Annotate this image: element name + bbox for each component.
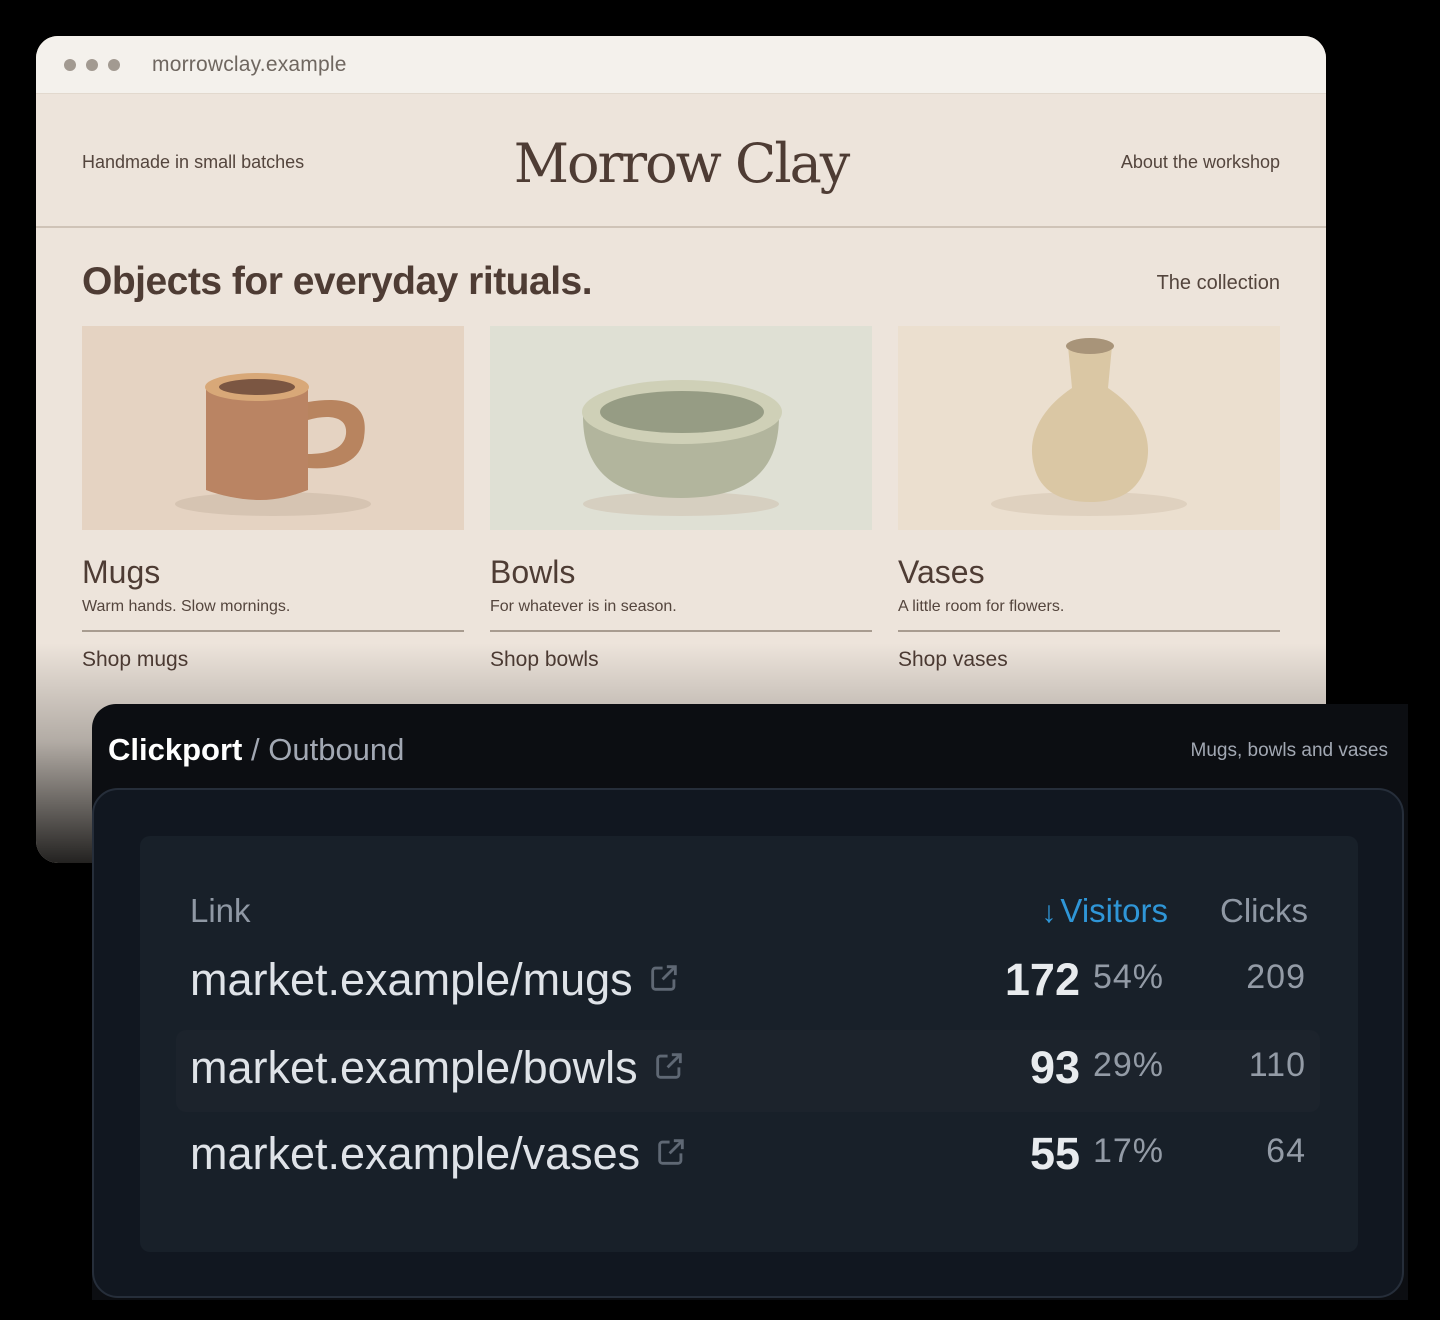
card-bowls-image[interactable] xyxy=(490,326,872,530)
bowl-icon xyxy=(582,380,782,516)
browser-toolbar: morrowclay.example xyxy=(36,36,1326,94)
row-visitors: 55 xyxy=(1029,1128,1080,1179)
row-link-text: market.example/bowls xyxy=(190,1042,638,1093)
shop-vases-link[interactable]: Shop vases xyxy=(898,648,1280,672)
column-header-visitors[interactable]: ↓ Visitors xyxy=(1041,892,1168,930)
row-clicks: 110 xyxy=(1248,1046,1306,1084)
row-link-text: market.example/mugs xyxy=(190,954,633,1005)
brand-name[interactable]: Clickport xyxy=(108,732,242,767)
card-vases-description: A little room for flowers. xyxy=(898,598,1065,615)
row-link[interactable]: market.example/vases xyxy=(190,1128,688,1180)
product-cards: Mugs Warm hands. Slow mornings. Shop mug… xyxy=(82,326,1280,672)
table-row[interactable]: market.example/bowls 93 29% 110 xyxy=(176,1030,1320,1112)
card-mugs-divider xyxy=(82,630,464,632)
external-link-icon[interactable] xyxy=(647,961,681,995)
table-row[interactable]: market.example/vases 55 17% 64 xyxy=(176,1116,1320,1198)
external-link-icon[interactable] xyxy=(654,1135,688,1169)
row-visitors: 172 xyxy=(1004,954,1080,1005)
sort-arrow-down-icon: ↓ xyxy=(1041,896,1057,929)
card-vases[interactable]: Vases A little room for flowers. Shop va… xyxy=(898,326,1280,672)
row-visitors: 93 xyxy=(1029,1042,1080,1093)
row-link-text: market.example/vases xyxy=(190,1128,641,1179)
card-bowls[interactable]: Bowls For whatever is in season. Shop bo… xyxy=(490,326,872,672)
section-name[interactable]: Outbound xyxy=(268,732,404,767)
card-bowls-title: Bowls xyxy=(490,554,576,590)
row-clicks: 209 xyxy=(1246,958,1306,996)
mug-icon xyxy=(175,373,371,516)
analytics-panel: Clickport / Outbound Mugs, bowls and vas… xyxy=(92,704,1408,1300)
hero-title: Objects for everyday rituals. xyxy=(82,260,593,303)
row-percent: 29% xyxy=(1092,1046,1164,1084)
row-percent: 54% xyxy=(1092,958,1164,996)
card-mugs-image[interactable] xyxy=(82,326,464,530)
card-bowls-description: For whatever is in season. xyxy=(490,598,677,615)
card-mugs-title: Mugs xyxy=(82,554,161,590)
vase-icon xyxy=(991,338,1187,516)
site-header: Handmade in small batches Morrow Clay Ab… xyxy=(36,94,1326,228)
hero-row: Objects for everyday rituals. The collec… xyxy=(82,260,1280,310)
card-vases-title: Vases xyxy=(898,554,985,590)
column-header-link[interactable]: Link xyxy=(190,892,251,930)
collection-link[interactable]: The collection xyxy=(1157,272,1280,295)
shop-mugs-link[interactable]: Shop mugs xyxy=(82,648,464,672)
row-link[interactable]: market.example/bowls xyxy=(190,1042,686,1094)
panel-subtitle: Mugs, bowls and vases xyxy=(1190,740,1389,761)
panel-body: Link ↓ Visitors Clicks market.example/mug… xyxy=(92,788,1404,1298)
column-header-clicks[interactable]: Clicks xyxy=(1220,892,1308,930)
address-bar[interactable]: morrowclay.example xyxy=(152,53,347,77)
card-vases-image[interactable] xyxy=(898,326,1280,530)
external-link-icon[interactable] xyxy=(652,1049,686,1083)
card-mugs[interactable]: Mugs Warm hands. Slow mornings. Shop mug… xyxy=(82,326,464,672)
breadcrumb-separator: / xyxy=(250,732,260,767)
table-row[interactable]: market.example/mugs 172 54% 209 xyxy=(176,942,1320,1024)
panel-breadcrumb: Clickport / Outbound xyxy=(108,732,404,768)
outbound-table: Link ↓ Visitors Clicks market.example/mug… xyxy=(140,836,1358,1252)
card-mugs-description: Warm hands. Slow mornings. xyxy=(82,598,291,615)
window-maximize-dot[interactable] xyxy=(108,58,120,71)
window-minimize-dot[interactable] xyxy=(86,58,98,71)
row-link[interactable]: market.example/mugs xyxy=(190,954,681,1006)
window-controls xyxy=(64,58,120,71)
row-percent: 17% xyxy=(1092,1132,1164,1170)
card-bowls-divider xyxy=(490,630,872,632)
column-header-visitors-label: Visitors xyxy=(1060,892,1168,929)
window-close-dot[interactable] xyxy=(64,58,76,71)
card-vases-divider xyxy=(898,630,1280,632)
row-clicks: 64 xyxy=(1266,1132,1306,1170)
shop-bowls-link[interactable]: Shop bowls xyxy=(490,648,872,672)
about-link[interactable]: About the workshop xyxy=(1121,152,1280,173)
